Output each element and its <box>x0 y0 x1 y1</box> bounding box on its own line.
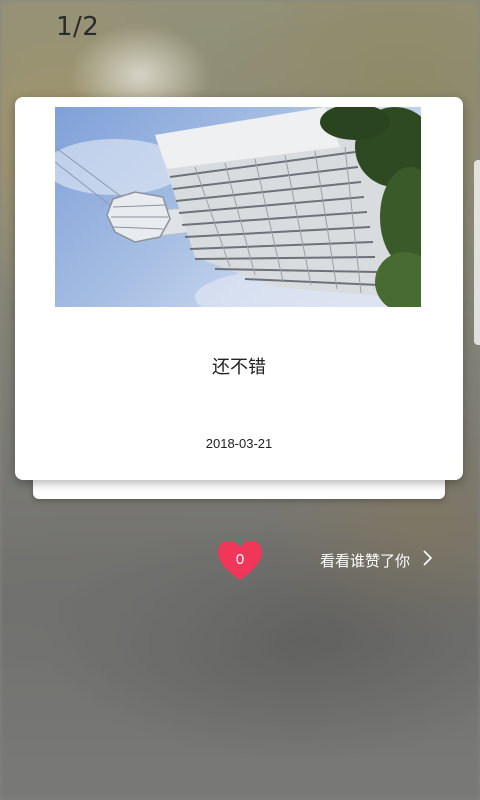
who-liked-link[interactable]: 看看谁赞了你 <box>320 548 433 572</box>
photo-viewer-screen: 1/2 还不错 2018-03-21 0 看看谁赞了你 <box>0 0 480 800</box>
like-button[interactable]: 0 <box>217 540 263 582</box>
like-count: 0 <box>235 551 245 568</box>
chevron-right-icon <box>422 550 433 570</box>
who-liked-label: 看看谁赞了你 <box>320 551 411 570</box>
page-indicator: 1/2 <box>56 12 100 42</box>
photo-date: 2018-03-21 <box>205 436 273 451</box>
photo-caption: 还不错 <box>212 357 266 378</box>
photo-card[interactable]: 还不错 2018-03-21 <box>15 97 463 480</box>
card-photo[interactable] <box>55 107 421 307</box>
building-photo-icon <box>55 107 421 307</box>
next-card-peek[interactable] <box>474 160 480 345</box>
